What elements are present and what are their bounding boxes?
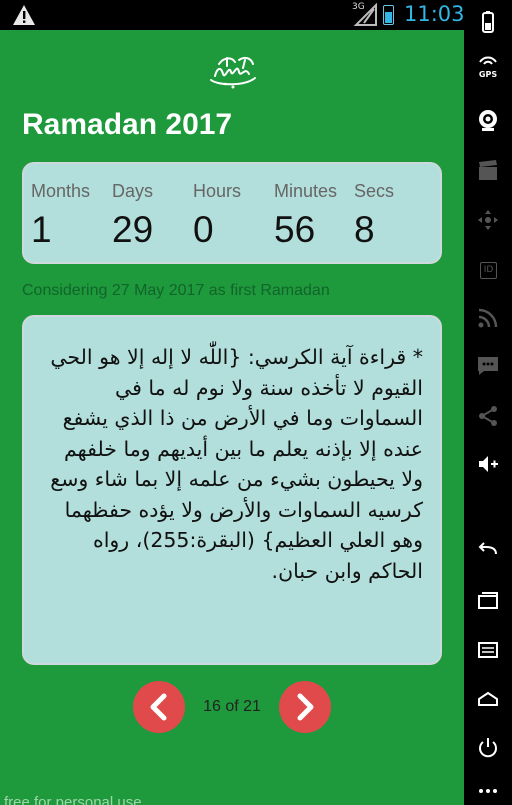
days-label: Days bbox=[112, 181, 154, 201]
share-icon[interactable] bbox=[476, 404, 500, 428]
gps-label: GPS bbox=[478, 70, 498, 79]
months-value: 1 bbox=[31, 209, 52, 250]
prev-button[interactable] bbox=[133, 681, 185, 733]
back-icon[interactable] bbox=[476, 540, 500, 564]
camera-icon[interactable] bbox=[476, 108, 500, 132]
countdown-panel: Months 1 Days 29 Hours 0 Minutes 56 Secs… bbox=[22, 162, 442, 264]
dua-card: * قراءة آية الكرسي: {اللّٰه لا إله إلا ه… bbox=[22, 315, 442, 665]
signal-icon bbox=[352, 2, 378, 31]
recent-apps-icon[interactable] bbox=[476, 588, 500, 612]
status-bar: 3G 11:03 bbox=[0, 0, 465, 31]
dpad-icon[interactable] bbox=[476, 208, 500, 232]
chevron-left-icon bbox=[150, 693, 167, 721]
next-button[interactable] bbox=[279, 681, 331, 733]
page-title: Ramadan 2017 bbox=[22, 108, 233, 141]
secs-label: Secs bbox=[354, 181, 395, 201]
menu-icon[interactable] bbox=[476, 638, 500, 662]
status-time: 11:03 bbox=[404, 2, 465, 26]
calligraphy-emblem-icon bbox=[205, 54, 261, 90]
rss-icon[interactable] bbox=[476, 306, 500, 330]
minutes-value: 56 bbox=[274, 209, 316, 250]
warning-icon bbox=[12, 4, 36, 30]
home-icon[interactable] bbox=[476, 686, 500, 710]
days-value: 29 bbox=[112, 209, 154, 250]
power-icon[interactable] bbox=[476, 736, 500, 760]
volume-up-icon[interactable] bbox=[476, 452, 500, 476]
app-screen: Ramadan 2017 Months 1 Days 29 Hours 0 Mi… bbox=[0, 30, 464, 805]
battery-icon bbox=[383, 5, 394, 25]
sms-icon[interactable] bbox=[476, 354, 500, 378]
battery-tool-icon[interactable] bbox=[476, 10, 500, 34]
secs-value: 8 bbox=[354, 209, 375, 250]
dua-text: * قراءة آية الكرسي: {اللّٰه لا إله إلا ه… bbox=[50, 345, 423, 583]
clapperboard-icon[interactable] bbox=[476, 158, 500, 182]
chevron-right-icon bbox=[297, 693, 314, 721]
watermark-text: free for personal use bbox=[4, 794, 142, 805]
emulator-toolbar: GPS ID bbox=[464, 0, 512, 805]
page-indicator: 16 of 21 bbox=[203, 698, 261, 715]
hours-label: Hours bbox=[193, 181, 242, 201]
more-icon[interactable] bbox=[476, 786, 500, 805]
minutes-label: Minutes bbox=[274, 181, 338, 201]
device-id-icon[interactable]: ID bbox=[480, 262, 497, 279]
months-label: Months bbox=[31, 181, 91, 201]
first-ramadan-note: Considering 27 May 2017 as first Ramadan bbox=[22, 282, 330, 299]
hours-value: 0 bbox=[193, 209, 214, 250]
